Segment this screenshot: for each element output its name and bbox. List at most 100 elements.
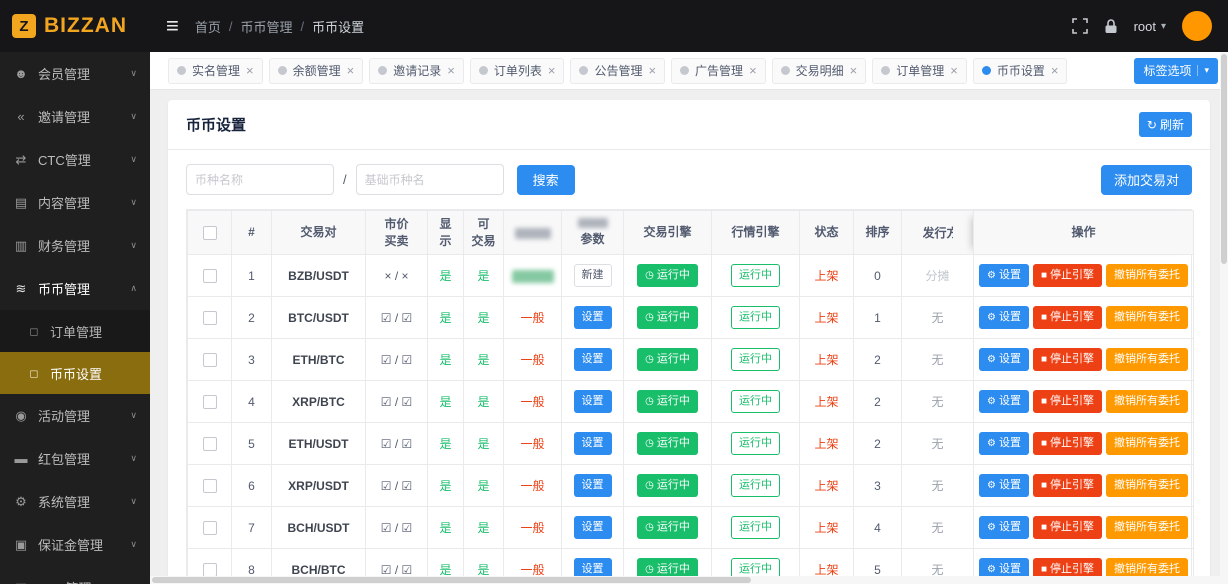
row-checkbox[interactable] bbox=[203, 353, 217, 367]
sidebar-item-8[interactable]: ⚙系统管理∨ bbox=[0, 480, 150, 523]
settings-button[interactable]: ⚙设置 bbox=[979, 516, 1029, 538]
tab-1[interactable]: 余额管理× bbox=[269, 58, 364, 84]
row-checkbox[interactable] bbox=[203, 437, 217, 451]
quote-engine-button[interactable]: 运行中 bbox=[731, 306, 780, 328]
trade-engine-button[interactable]: ◷运行中 bbox=[637, 264, 698, 286]
sidebar-item-9[interactable]: ▣保证金管理∨ bbox=[0, 523, 150, 566]
close-icon[interactable]: × bbox=[950, 64, 958, 77]
cancel-all-orders-button[interactable]: 撤销所有委托 bbox=[1106, 306, 1188, 328]
sidebar-item-1[interactable]: «邀请管理∨ bbox=[0, 95, 150, 138]
search-button[interactable]: 搜索 bbox=[517, 165, 575, 195]
settings-button[interactable]: ⚙设置 bbox=[979, 348, 1029, 370]
avatar[interactable] bbox=[1182, 11, 1212, 41]
breadcrumb-item[interactable]: 币币管理 bbox=[240, 17, 292, 36]
close-icon[interactable]: × bbox=[347, 64, 355, 77]
settings-button[interactable]: ⚙设置 bbox=[979, 264, 1029, 286]
menu-toggle-icon[interactable]: ≡ bbox=[166, 15, 179, 37]
close-icon[interactable]: × bbox=[447, 64, 455, 77]
tags-options-button[interactable]: 标签选项 ▾ bbox=[1134, 58, 1218, 84]
sidebar-item-3[interactable]: ▤内容管理∨ bbox=[0, 181, 150, 224]
stop-engine-button[interactable]: ■停止引擎 bbox=[1033, 432, 1102, 454]
add-pair-button[interactable]: 添加交易对 bbox=[1101, 165, 1192, 195]
base-coin-input[interactable] bbox=[356, 164, 504, 195]
settings-button[interactable]: ⚙设置 bbox=[979, 474, 1029, 496]
vertical-scrollbar[interactable] bbox=[1220, 52, 1228, 584]
tab-0[interactable]: 实名管理× bbox=[168, 58, 263, 84]
close-icon[interactable]: × bbox=[1051, 64, 1059, 77]
breadcrumb-item[interactable]: 首页 bbox=[195, 17, 221, 36]
param-button[interactable]: 设置 bbox=[574, 432, 612, 454]
tab-8[interactable]: 币币设置× bbox=[973, 58, 1068, 84]
stop-engine-button[interactable]: ■停止引擎 bbox=[1033, 474, 1102, 496]
stop-engine-button[interactable]: ■停止引擎 bbox=[1033, 264, 1102, 286]
stop-engine-button[interactable]: ■停止引擎 bbox=[1033, 390, 1102, 412]
param-button[interactable]: 新建 bbox=[574, 264, 612, 286]
sidebar-item-7[interactable]: ▬红包管理∨ bbox=[0, 437, 150, 480]
quote-engine-button[interactable]: 运行中 bbox=[731, 432, 780, 454]
quote-engine-button[interactable]: 运行中 bbox=[731, 264, 780, 286]
sidebar-item-5[interactable]: ≋币币管理∧ bbox=[0, 267, 150, 310]
lock-icon[interactable] bbox=[1104, 18, 1118, 34]
tab-5[interactable]: 广告管理× bbox=[671, 58, 766, 84]
settings-button[interactable]: ⚙设置 bbox=[979, 306, 1029, 328]
cancel-all-orders-button[interactable]: 撤销所有委托 bbox=[1106, 474, 1188, 496]
close-icon[interactable]: × bbox=[648, 64, 656, 77]
row-checkbox[interactable] bbox=[203, 269, 217, 283]
close-icon[interactable]: × bbox=[246, 64, 254, 77]
trade-engine-button[interactable]: ◷运行中 bbox=[637, 390, 698, 412]
close-icon[interactable]: × bbox=[850, 64, 858, 77]
row-checkbox[interactable] bbox=[203, 311, 217, 325]
trade-engine-button[interactable]: ◷运行中 bbox=[637, 516, 698, 538]
row-checkbox[interactable] bbox=[203, 395, 217, 409]
row-checkbox[interactable] bbox=[203, 479, 217, 493]
fullscreen-icon[interactable] bbox=[1072, 18, 1088, 34]
scrollbar-thumb[interactable] bbox=[152, 577, 751, 583]
coin-name-input[interactable] bbox=[186, 164, 334, 195]
param-button[interactable]: 设置 bbox=[574, 516, 612, 538]
stop-engine-button[interactable]: ■停止引擎 bbox=[1033, 348, 1102, 370]
close-icon[interactable]: × bbox=[749, 64, 757, 77]
cancel-all-orders-button[interactable]: 撤销所有委托 bbox=[1106, 348, 1188, 370]
param-button[interactable]: 设置 bbox=[574, 306, 612, 328]
refresh-button[interactable]: ↻ 刷新 bbox=[1139, 112, 1192, 137]
sidebar-subitem-0[interactable]: ◻订单管理 bbox=[0, 310, 150, 352]
quote-engine-button[interactable]: 运行中 bbox=[731, 474, 780, 496]
sidebar-item-2[interactable]: ⇄CTC管理∨ bbox=[0, 138, 150, 181]
horizontal-scrollbar[interactable] bbox=[150, 576, 1220, 584]
param-button[interactable]: 设置 bbox=[574, 390, 612, 412]
sidebar-item-6[interactable]: ◉活动管理∨ bbox=[0, 394, 150, 437]
stop-engine-label: 停止引擎 bbox=[1050, 436, 1094, 450]
row-checkbox[interactable] bbox=[203, 563, 217, 577]
tab-4[interactable]: 公告管理× bbox=[570, 58, 665, 84]
sidebar-item-0[interactable]: ☻会员管理∨ bbox=[0, 52, 150, 95]
quote-engine-button[interactable]: 运行中 bbox=[731, 348, 780, 370]
cancel-all-orders-button[interactable]: 撤销所有委托 bbox=[1106, 390, 1188, 412]
trade-engine-button[interactable]: ◷运行中 bbox=[637, 348, 698, 370]
quote-engine-button[interactable]: 运行中 bbox=[731, 390, 780, 412]
row-checkbox[interactable] bbox=[203, 521, 217, 535]
stop-engine-button[interactable]: ■停止引擎 bbox=[1033, 516, 1102, 538]
select-all-checkbox[interactable] bbox=[203, 226, 217, 240]
cancel-all-orders-button[interactable]: 撤销所有委托 bbox=[1106, 432, 1188, 454]
param-button[interactable]: 设置 bbox=[574, 474, 612, 496]
close-icon[interactable]: × bbox=[548, 64, 556, 77]
param-button[interactable]: 设置 bbox=[574, 348, 612, 370]
sidebar-item-4[interactable]: ▥财务管理∨ bbox=[0, 224, 150, 267]
tab-3[interactable]: 订单列表× bbox=[470, 58, 565, 84]
cancel-all-orders-button[interactable]: 撤销所有委托 bbox=[1106, 516, 1188, 538]
trade-engine-button[interactable]: ◷运行中 bbox=[637, 306, 698, 328]
settings-button[interactable]: ⚙设置 bbox=[979, 432, 1029, 454]
user-menu[interactable]: root ▾ bbox=[1134, 19, 1166, 34]
cancel-all-orders-button[interactable]: 撤销所有委托 bbox=[1106, 264, 1188, 286]
sidebar-item-10[interactable]: ▤OTC管理∨ bbox=[0, 566, 150, 584]
settings-button[interactable]: ⚙设置 bbox=[979, 390, 1029, 412]
trade-engine-button[interactable]: ◷运行中 bbox=[637, 474, 698, 496]
tab-2[interactable]: 邀请记录× bbox=[369, 58, 464, 84]
scrollbar-thumb[interactable] bbox=[1221, 54, 1227, 264]
stop-engine-button[interactable]: ■停止引擎 bbox=[1033, 306, 1102, 328]
quote-engine-button[interactable]: 运行中 bbox=[731, 516, 780, 538]
trade-engine-button[interactable]: ◷运行中 bbox=[637, 432, 698, 454]
tab-6[interactable]: 交易明细× bbox=[772, 58, 867, 84]
sidebar-subitem-1[interactable]: ◻币币设置 bbox=[0, 352, 150, 394]
tab-7[interactable]: 订单管理× bbox=[872, 58, 967, 84]
